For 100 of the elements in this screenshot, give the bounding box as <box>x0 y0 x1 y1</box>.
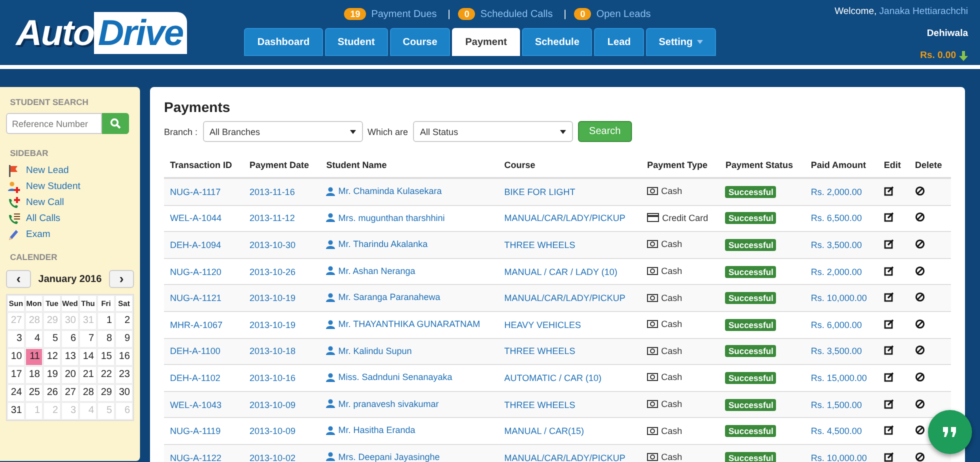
edit-icon[interactable] <box>884 372 894 382</box>
student-link[interactable]: Mrs. Deepani Jayasinghe <box>338 452 440 462</box>
page-title: Payments <box>164 99 232 115</box>
edit-icon[interactable] <box>884 238 894 249</box>
counter-link[interactable]: Scheduled Calls <box>480 8 553 20</box>
ban-icon[interactable] <box>915 292 926 302</box>
calendar-day[interactable]: 2 <box>115 312 133 330</box>
counter-link[interactable]: Payment Dues <box>371 8 437 20</box>
edit-icon[interactable] <box>884 186 894 196</box>
student-link[interactable]: Mr. Kalindu Supun <box>338 346 412 356</box>
calendar-day[interactable]: 18 <box>25 366 43 384</box>
ban-icon[interactable] <box>915 238 926 249</box>
ban-icon[interactable] <box>915 266 926 276</box>
calendar-day[interactable]: 15 <box>97 348 115 366</box>
transaction-link[interactable]: NUG-A-1122 <box>170 452 222 462</box>
nav-tab[interactable]: Dashboard <box>244 28 323 56</box>
calendar-day[interactable]: 4 <box>25 330 43 348</box>
student-link[interactable]: Mrs. mugunthan tharshhini <box>338 212 445 223</box>
calendar-day[interactable]: 1 <box>97 312 115 330</box>
calendar-day[interactable]: 6 <box>61 330 79 348</box>
edit-icon[interactable] <box>884 266 894 276</box>
ban-icon[interactable] <box>915 425 926 436</box>
sidebar-link[interactable]: New Student <box>8 180 134 193</box>
calendar-day[interactable]: 20 <box>61 366 79 384</box>
calendar-day[interactable]: 19 <box>43 366 61 384</box>
ban-icon[interactable] <box>915 212 926 222</box>
edit-icon[interactable] <box>884 425 894 436</box>
nav-tab[interactable]: Course <box>390 28 450 56</box>
branch-select[interactable]: All Branches <box>202 121 363 142</box>
sidebar-link[interactable]: New Lead <box>8 164 134 177</box>
calendar-day[interactable]: 9 <box>115 330 133 348</box>
calendar-day[interactable]: 10 <box>7 348 25 366</box>
status-badge: Successful <box>725 318 776 331</box>
student-link[interactable]: Mr. THAYANTHIKA GUNARATNAM <box>338 319 480 330</box>
calendar-day[interactable]: 25 <box>25 384 43 402</box>
nav-tab[interactable]: Student <box>324 28 388 56</box>
edit-icon[interactable] <box>884 398 894 409</box>
ban-icon[interactable] <box>915 398 926 409</box>
edit-icon[interactable] <box>884 452 894 462</box>
calendar-day[interactable]: 12 <box>43 348 61 366</box>
transaction-link[interactable]: DEH-A-1100 <box>170 346 220 356</box>
nav-tab[interactable]: Lead <box>594 28 644 56</box>
calendar-day[interactable]: 21 <box>79 366 97 384</box>
search-button[interactable]: Search <box>578 121 632 142</box>
transaction-link[interactable]: NUG-A-1120 <box>170 266 222 277</box>
transaction-link[interactable]: MHR-A-1067 <box>170 320 223 330</box>
calendar-day[interactable]: 26 <box>43 384 61 402</box>
calendar-day[interactable]: 29 <box>97 384 115 402</box>
edit-icon[interactable] <box>884 292 894 302</box>
search-button[interactable] <box>102 113 129 134</box>
calendar-day[interactable]: 13 <box>61 348 79 366</box>
calendar-day[interactable]: 8 <box>97 330 115 348</box>
ban-icon[interactable] <box>915 452 926 462</box>
calendar-day[interactable]: 22 <box>97 366 115 384</box>
student-link[interactable]: Mr. pranavesh sivakumar <box>338 398 439 409</box>
previous-month-button[interactable]: ‹ <box>6 270 31 288</box>
nav-tab[interactable]: Schedule <box>522 28 592 56</box>
caret-icon <box>350 130 356 134</box>
sidebar-link[interactable]: New Call <box>8 196 134 209</box>
calendar-day[interactable]: 17 <box>7 366 25 384</box>
nav-tab[interactable]: Setting <box>646 28 716 56</box>
calendar-day[interactable]: 27 <box>61 384 79 402</box>
status-select[interactable]: All Status <box>413 121 574 142</box>
nav-tab[interactable]: Payment <box>452 28 520 56</box>
reference-number-field[interactable]: Reference Number <box>6 113 102 134</box>
ban-icon[interactable] <box>915 345 926 356</box>
calendar-day[interactable]: 23 <box>115 366 133 384</box>
transaction-link[interactable]: WEL-A-1044 <box>170 213 222 224</box>
calendar-day[interactable]: 3 <box>7 330 25 348</box>
transaction-link[interactable]: NUG-A-1119 <box>170 426 221 436</box>
calendar-day[interactable]: 5 <box>43 330 61 348</box>
student-link[interactable]: Miss. Sadnduni Senanayaka <box>338 372 452 382</box>
student-link[interactable]: Mr. Saranga Paranahewa <box>338 292 440 302</box>
sidebar-link[interactable]: Exam <box>8 228 134 241</box>
transaction-link[interactable]: NUG-A-1121 <box>170 293 222 304</box>
transaction-link[interactable]: DEH-A-1102 <box>170 372 220 383</box>
ban-icon[interactable] <box>915 372 926 382</box>
calendar-day[interactable]: 24 <box>7 384 25 402</box>
student-link[interactable]: Mr. Tharindu Akalanka <box>338 239 428 250</box>
calendar-day[interactable]: 14 <box>79 348 97 366</box>
edit-icon[interactable] <box>884 318 894 329</box>
ban-icon[interactable] <box>915 318 926 329</box>
edit-icon[interactable] <box>884 212 894 222</box>
calendar-day[interactable]: 28 <box>79 384 97 402</box>
student-link[interactable]: Mr. Hasitha Eranda <box>338 425 416 436</box>
student-link[interactable]: Mr. Ashan Neranga <box>338 266 416 276</box>
ban-icon[interactable] <box>915 186 926 196</box>
calendar-day[interactable]: 16 <box>115 348 133 366</box>
calendar-day[interactable]: 31 <box>7 402 25 420</box>
calendar-day[interactable]: 30 <box>115 384 133 402</box>
calendar-day[interactable]: 11 <box>25 348 43 366</box>
sidebar-link[interactable]: All Calls <box>8 212 134 225</box>
edit-icon[interactable] <box>884 345 894 356</box>
transaction-link[interactable]: WEL-A-1043 <box>170 400 222 410</box>
student-link[interactable]: Mr. Chaminda Kulasekara <box>338 186 442 196</box>
next-month-button[interactable]: › <box>108 270 134 288</box>
transaction-link[interactable]: NUG-A-1117 <box>170 186 221 197</box>
transaction-link[interactable]: DEH-A-1094 <box>170 240 222 250</box>
counter-link[interactable]: Open Leads <box>596 8 651 20</box>
calendar-day[interactable]: 7 <box>79 330 97 348</box>
